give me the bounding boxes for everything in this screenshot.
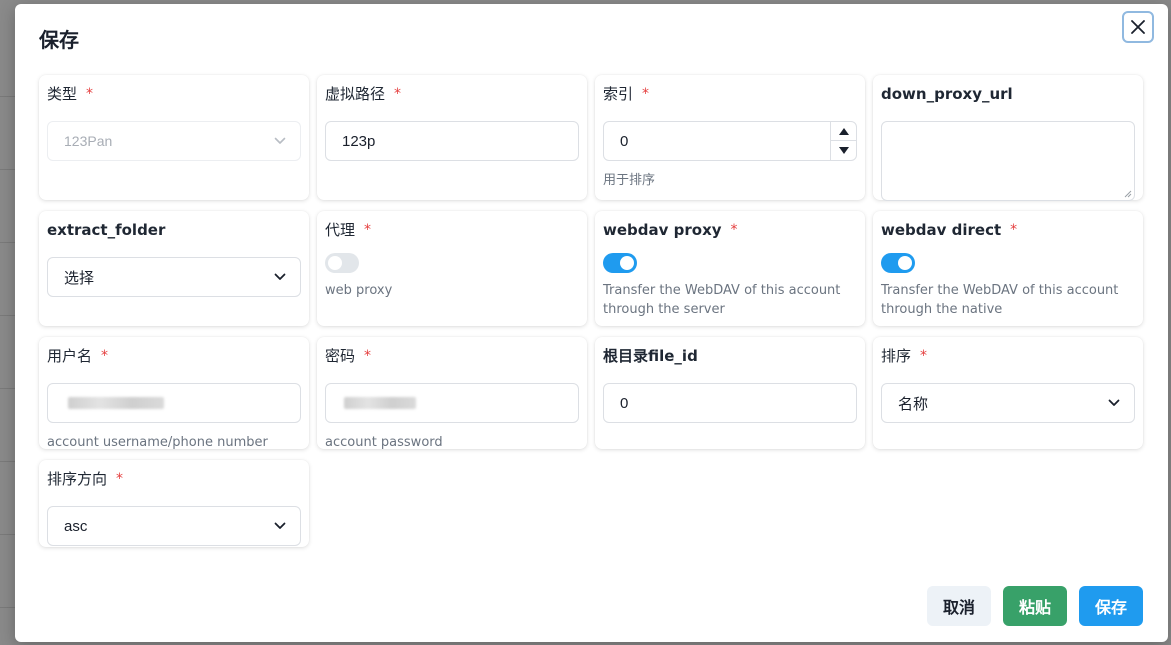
webdav-direct-toggle[interactable] <box>881 253 915 273</box>
order-direction-card: 排序方向 * asc <box>39 460 309 547</box>
decrement-button[interactable] <box>831 141 856 160</box>
index-helper: 用于排序 <box>603 173 656 188</box>
root-folder-card: 根目录file_id 0 <box>595 337 865 449</box>
order-direction-value: asc <box>64 517 88 535</box>
username-label: 用户名 * <box>47 347 109 365</box>
index-value: 0 <box>620 132 629 150</box>
redacted-password <box>344 397 416 409</box>
order-by-card: 排序 * 名称 <box>873 337 1143 449</box>
caret-up-icon <box>838 127 849 135</box>
type-select[interactable]: 123Pan <box>47 121 301 161</box>
webdav-proxy-helper: Transfer the WebDAV of this account thro… <box>603 283 841 317</box>
caret-down-icon <box>838 147 849 154</box>
webdav-proxy-label: webdav proxy * <box>603 221 738 239</box>
webdav-direct-helper: Transfer the WebDAV of this account thro… <box>881 283 1119 317</box>
close-button[interactable] <box>1122 11 1154 43</box>
index-stepper <box>830 122 856 160</box>
proxy-label: 代理 * <box>325 221 372 239</box>
save-dialog: 保存 类型 * 123Pan 虚拟路径 * 123p 索引 * 0 用于排序 d… <box>15 4 1168 642</box>
increment-button[interactable] <box>831 122 856 141</box>
order-direction-select[interactable]: asc <box>47 506 301 546</box>
order-by-label: 排序 * <box>881 347 928 365</box>
down-proxy-url-label: down_proxy_url <box>881 85 1013 103</box>
username-card: 用户名 * account username/phone number <box>39 337 309 450</box>
virtual-path-value: 123p <box>342 132 376 150</box>
proxy-helper: web proxy <box>325 283 393 298</box>
close-icon <box>1131 20 1145 34</box>
paste-button[interactable]: 粘贴 <box>1003 586 1067 626</box>
order-direction-label: 排序方向 * <box>47 470 124 488</box>
webdav-direct-label: webdav direct * <box>881 221 1018 239</box>
chevron-down-icon <box>274 522 286 529</box>
proxy-toggle[interactable] <box>325 253 359 273</box>
password-card: 密码 * account password <box>317 337 587 450</box>
index-label: 索引 * <box>603 85 650 103</box>
type-value: 123Pan <box>64 133 113 149</box>
type-card: 类型 * 123Pan <box>39 75 309 200</box>
save-button[interactable]: 保存 <box>1079 586 1143 626</box>
dialog-title: 保存 <box>39 28 79 52</box>
proxy-card: 代理 * web proxy <box>317 211 587 326</box>
chevron-down-icon <box>1108 399 1120 406</box>
chevron-down-icon <box>274 137 286 144</box>
virtual-path-card: 虚拟路径 * 123p <box>317 75 587 200</box>
webdav-direct-card: webdav direct * Transfer the WebDAV of th… <box>873 211 1143 326</box>
root-folder-id-value: 0 <box>620 394 629 412</box>
root-folder-label: 根目录file_id <box>603 347 698 365</box>
backdrop <box>0 0 15 645</box>
virtual-path-input[interactable]: 123p <box>325 121 579 161</box>
down-proxy-url-textarea[interactable] <box>881 121 1135 201</box>
webdav-proxy-card: webdav proxy * Transfer the WebDAV of thi… <box>595 211 865 326</box>
extract-folder-card: extract_folder 选择 <box>39 211 309 326</box>
root-folder-id-input[interactable]: 0 <box>603 383 857 423</box>
resize-grip-icon[interactable] <box>1124 190 1132 198</box>
extract-folder-select[interactable]: 选择 <box>47 257 301 297</box>
order-by-select[interactable]: 名称 <box>881 383 1135 423</box>
index-card: 索引 * 0 用于排序 <box>595 75 865 200</box>
password-input[interactable] <box>325 383 579 423</box>
type-label: 类型 * <box>47 85 94 103</box>
down-proxy-url-card: down_proxy_url <box>873 75 1143 201</box>
virtual-path-label: 虚拟路径 * <box>325 85 402 103</box>
redacted-username <box>68 397 164 409</box>
order-by-value: 名称 <box>898 395 929 413</box>
password-helper: account password <box>325 435 443 450</box>
extract-folder-label: extract_folder <box>47 221 166 239</box>
extract-folder-value: 选择 <box>64 269 95 287</box>
webdav-proxy-toggle[interactable] <box>603 253 637 273</box>
chevron-down-icon <box>274 273 286 280</box>
username-input[interactable] <box>47 383 301 423</box>
index-number-input[interactable]: 0 <box>603 121 857 161</box>
password-label: 密码 * <box>325 347 372 365</box>
cancel-button[interactable]: 取消 <box>927 586 991 626</box>
username-helper: account username/phone number <box>47 435 268 450</box>
